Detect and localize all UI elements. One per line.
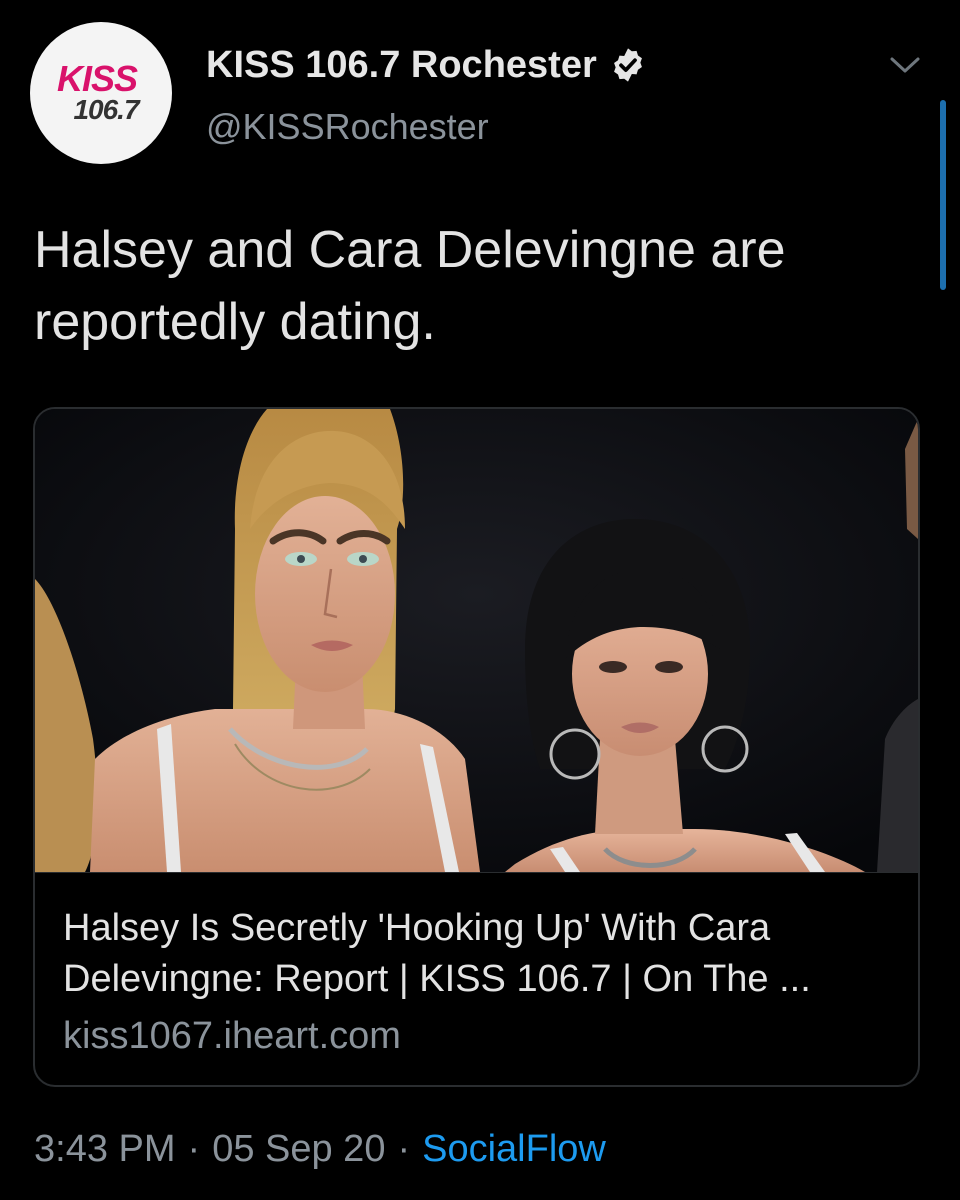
scrollbar[interactable] [940, 100, 946, 290]
display-name[interactable]: KISS 106.7 Rochester [206, 44, 597, 87]
account-handle[interactable]: @KISSRochester [206, 106, 489, 148]
chevron-down-icon[interactable] [888, 54, 922, 76]
verified-badge-icon [613, 48, 642, 82]
tweet-source-link[interactable]: SocialFlow [422, 1128, 606, 1171]
link-card-title: Halsey Is Secretly 'Hooking Up' With Car… [63, 907, 811, 1000]
avatar-logo-line1: KISS [56, 58, 138, 99]
meta-separator: · [187, 1127, 201, 1170]
tweet-date[interactable]: 05 Sep 20 [212, 1128, 385, 1171]
link-card-domain: kiss1067.iheart.com [63, 1015, 401, 1057]
link-card-body[interactable]: Halsey Is Secretly 'Hooking Up' With Car… [35, 872, 918, 1085]
link-card[interactable]: Halsey Is Secretly 'Hooking Up' With Car… [33, 407, 920, 1087]
account-name-row: KISS 106.7 Rochester [206, 40, 647, 90]
tweet-meta: 3:43 PM · 05 Sep 20 · SocialFlow [34, 1124, 606, 1174]
meta-separator: · [397, 1127, 411, 1170]
link-card-photo[interactable] [35, 409, 918, 872]
tweet-text: Halsey and Cara Delevingne are reportedl… [34, 221, 786, 351]
avatar-logo-line2: 106.7 [73, 94, 139, 125]
tweet-time[interactable]: 3:43 PM [34, 1128, 176, 1171]
avatar[interactable]: KISS 106.7 [30, 22, 172, 164]
